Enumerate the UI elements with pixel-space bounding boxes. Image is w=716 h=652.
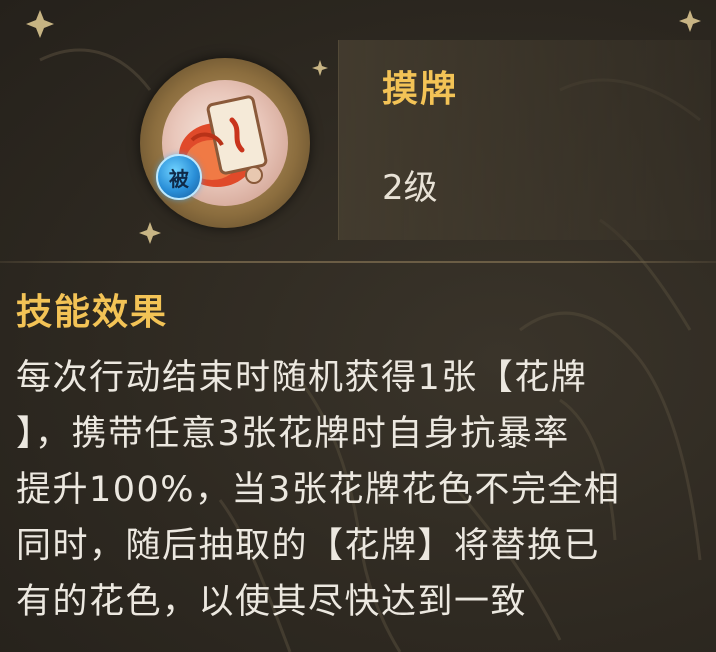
passive-badge: 被 bbox=[156, 154, 202, 200]
effect-line: 同时，随后抽取的【花牌】将替换已 bbox=[16, 526, 601, 566]
effect-line: 提升100%，当3张花牌花色不完全相 bbox=[16, 470, 621, 510]
effect-line: 每次行动结束时随机获得1张【花牌 bbox=[16, 358, 588, 398]
effect-line: 有的花色，以使其尽快达到一致 bbox=[16, 582, 528, 622]
skill-icon-frame[interactable]: 被 bbox=[140, 58, 310, 228]
effect-line: 】，携带任意3张花牌时自身抗暴率 bbox=[16, 414, 570, 454]
effect-description: 每次行动结束时随机获得1张【花牌 】，携带任意3张花牌时自身抗暴率 提升100%… bbox=[16, 350, 702, 630]
skill-detail-panel: 被 摸牌 2级 技能效果 每次行动结束时随机获得1张【花牌 】，携带任意3张花牌… bbox=[0, 0, 716, 652]
effect-title: 技能效果 bbox=[16, 292, 169, 333]
skill-name: 摸牌 bbox=[382, 69, 459, 110]
skill-header: 被 摸牌 2级 bbox=[0, 0, 716, 262]
section-divider bbox=[0, 261, 716, 263]
skill-level: 2级 bbox=[382, 168, 438, 208]
